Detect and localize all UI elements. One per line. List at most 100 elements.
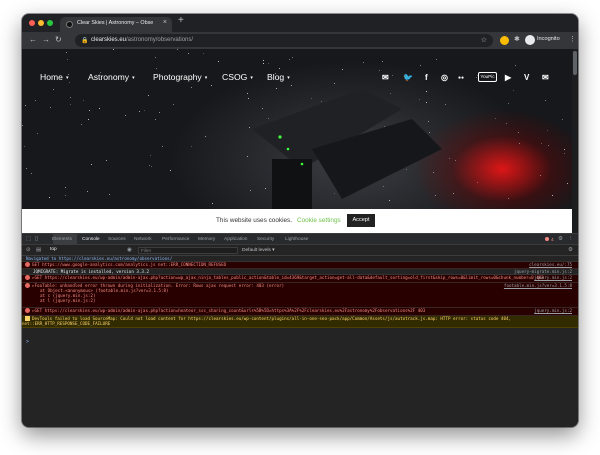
tab-security[interactable]: Security xyxy=(257,237,274,242)
nav-csog[interactable]: CSOG ▾ xyxy=(222,72,253,82)
settings-gear-icon[interactable]: ⚙ xyxy=(558,236,563,242)
sidebar-toggle-icon[interactable]: ▤ xyxy=(36,247,41,253)
console-message[interactable]: ▸GET https://clearskies.eu/wp-admin/admi… xyxy=(22,275,578,283)
extension-icon[interactable] xyxy=(500,36,509,45)
star-dot xyxy=(155,119,156,120)
bookmark-star-icon[interactable]: ☆ xyxy=(481,36,487,44)
star-dot xyxy=(567,183,568,184)
error-count: 4 xyxy=(551,238,554,243)
source-link[interactable]: clearskies.eu/:75 xyxy=(529,262,572,267)
youtube-icon[interactable]: ▶ xyxy=(505,73,511,82)
cookie-accept-button[interactable]: Accept xyxy=(347,214,375,227)
incognito-icon[interactable] xyxy=(525,35,535,45)
star-dot xyxy=(31,173,32,174)
reload-icon[interactable]: ↻ xyxy=(55,35,62,44)
email-icon[interactable]: ✉ xyxy=(382,73,389,82)
star-dot xyxy=(53,89,54,90)
star-dot xyxy=(508,198,509,199)
tab-network[interactable]: Network xyxy=(134,237,152,242)
browser-tab[interactable]: Clear Skies | Astronomy – Obse × xyxy=(60,17,172,32)
error-icon xyxy=(545,237,549,241)
console-settings-gear-icon[interactable]: ⚙ xyxy=(568,247,573,253)
newsletter-icon[interactable]: ✉ xyxy=(542,73,549,82)
star-dot xyxy=(518,132,519,133)
star-dot xyxy=(35,100,36,101)
star-dot xyxy=(188,53,189,54)
zoom-window-button[interactable] xyxy=(47,20,53,26)
tab-performance[interactable]: Performance xyxy=(162,237,189,242)
address-bar[interactable]: 🔒 clearskies.eu/astronomy/observations/ … xyxy=(75,34,493,47)
devtools-menu-icon[interactable]: ⋮ xyxy=(568,236,574,242)
log-levels-dropdown[interactable]: Default levels ▾ xyxy=(242,248,275,253)
close-window-button[interactable] xyxy=(29,20,35,26)
tab-lighthouse[interactable]: Lighthouse xyxy=(285,237,308,242)
flickr-icon[interactable]: ●● xyxy=(458,75,464,81)
star-dot xyxy=(191,87,192,88)
star-dot xyxy=(292,57,293,58)
star-dot xyxy=(562,119,563,120)
source-link[interactable]: jquery.min.js:2 xyxy=(534,275,572,280)
star-dot xyxy=(156,68,157,69)
chevron-down-icon: ▾ xyxy=(287,75,290,81)
device-toolbar-icon[interactable]: ▯ xyxy=(35,236,38,242)
star-dot xyxy=(205,136,206,137)
back-icon[interactable]: ← xyxy=(29,35,37,44)
star-dot xyxy=(37,133,38,134)
new-tab-button[interactable]: + xyxy=(178,15,184,26)
chevron-down-icon: ▾ xyxy=(65,75,69,81)
facebook-icon[interactable]: f xyxy=(425,73,428,82)
scrollbar-thumb[interactable] xyxy=(573,51,577,75)
tab-sources[interactable]: Sources xyxy=(108,237,126,242)
star-dot xyxy=(70,97,71,98)
console-prompt[interactable]: > xyxy=(26,339,29,345)
page-scrollbar[interactable] xyxy=(572,49,578,233)
tab-elements[interactable]: Elements xyxy=(52,237,72,242)
youpic-icon[interactable]: YouPic xyxy=(478,72,497,82)
context-selector[interactable]: top xyxy=(50,247,110,254)
tab-application[interactable]: Application xyxy=(224,237,247,242)
star-dot xyxy=(552,195,553,196)
console-filter-input[interactable]: Filter xyxy=(138,247,238,254)
tab-console[interactable]: Console xyxy=(82,237,100,242)
instagram-icon[interactable]: ◎ xyxy=(441,73,448,82)
message-text: ▸GET https://clearskies.eu/wp-admin/admi… xyxy=(32,308,426,313)
star-dot xyxy=(541,143,542,144)
star-dot xyxy=(149,165,150,166)
tab-title: Clear Skies | Astronomy – Obse xyxy=(77,20,154,26)
clear-console-icon[interactable]: ⊘ xyxy=(26,247,31,253)
tab-close-icon[interactable]: × xyxy=(163,19,167,26)
source-link[interactable]: jquery.min.js:2 xyxy=(534,308,572,313)
extensions-puzzle-icon[interactable]: ✱ xyxy=(514,35,520,43)
error-count-badge[interactable]: 4 xyxy=(545,237,554,243)
nav-photography[interactable]: Photography ▾ xyxy=(153,72,207,82)
star-dot xyxy=(159,112,160,113)
star-dot xyxy=(69,82,70,83)
devtools-tabbar: ⬚ ▯ Elements Console Sources Network Per… xyxy=(22,234,578,245)
star-dot xyxy=(150,155,151,156)
source-link[interactable]: footable.min.js?ver=3.1.5:8 xyxy=(504,283,572,288)
twitter-icon[interactable]: 🐦 xyxy=(403,73,413,82)
nav-home[interactable]: Home ▾ xyxy=(40,72,68,82)
cookie-settings-link[interactable]: Cookie settings xyxy=(297,217,341,224)
tab-memory[interactable]: Memory xyxy=(198,237,215,242)
inspect-element-icon[interactable]: ⬚ xyxy=(26,236,31,242)
star-dot xyxy=(379,70,380,71)
star-dot xyxy=(564,149,565,150)
error-icon xyxy=(25,275,30,280)
console-message[interactable]: ▸GET https://clearskies.eu/wp-admin/admi… xyxy=(22,308,578,316)
incognito-label[interactable]: Incognito xyxy=(537,36,560,42)
nav-blog[interactable]: Blog ▾ xyxy=(267,72,290,82)
star-dot xyxy=(70,104,71,105)
vimeo-icon[interactable]: V xyxy=(524,73,529,82)
error-icon xyxy=(25,283,30,288)
lock-icon[interactable]: 🔒 xyxy=(81,37,88,44)
console-message[interactable]: ▸FooTable: unhandled error thrown during… xyxy=(22,283,578,308)
star-dot xyxy=(155,57,156,58)
minimize-window-button[interactable] xyxy=(38,20,44,26)
forward-icon[interactable]: → xyxy=(42,35,50,44)
nav-astronomy[interactable]: Astronomy ▾ xyxy=(88,72,135,82)
source-link[interactable]: jquery-migrate.min.js:2 xyxy=(514,269,572,274)
eye-icon[interactable]: ◉ xyxy=(127,247,132,253)
browser-menu-icon[interactable]: ⋮ xyxy=(569,35,576,43)
star-dot xyxy=(545,100,546,101)
